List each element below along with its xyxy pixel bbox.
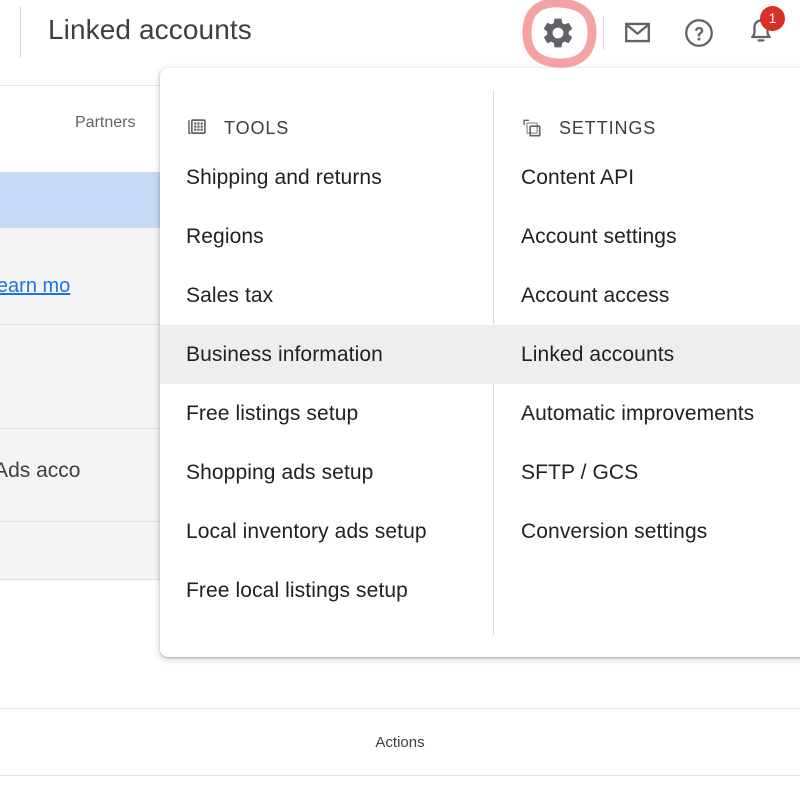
actions-bottom-divider [0, 775, 800, 776]
mail-icon [624, 22, 650, 43]
actions-top-divider [0, 708, 800, 709]
menu-item-local-inventory-ads-setup[interactable]: Local inventory ads setup [160, 502, 493, 561]
menu-item-regions[interactable]: Regions [160, 207, 493, 266]
menu-item-free-listings-setup[interactable]: Free listings setup [160, 384, 493, 443]
copy-layers-icon [521, 117, 543, 139]
grid-apps-icon [186, 117, 208, 139]
page-title: Linked accounts [48, 14, 252, 45]
messages-button[interactable] [606, 2, 668, 64]
notifications-button[interactable]: 1 [730, 2, 792, 64]
menu-item-linked-accounts[interactable]: Linked accounts [493, 325, 800, 384]
menu-item-sales-tax[interactable]: Sales tax [160, 266, 493, 325]
notice-text: ucts. Learn mo [0, 275, 70, 298]
menu-item-conversion-settings[interactable]: Conversion settings [493, 502, 800, 561]
header-icon-separator [603, 15, 604, 50]
gear-icon [543, 18, 573, 47]
menu-item-content-api[interactable]: Content API [493, 148, 800, 207]
menu-item-shopping-ads-setup[interactable]: Shopping ads setup [160, 443, 493, 502]
menu-item-account-settings[interactable]: Account settings [493, 207, 800, 266]
header-left-divider [20, 6, 21, 58]
menu-item-account-access[interactable]: Account access [493, 266, 800, 325]
tools-section-header: TOOLS [160, 108, 493, 148]
google-ads-account-text: oogle Ads acco [0, 459, 81, 482]
settings-heading: SETTINGS [559, 117, 657, 138]
settings-dropdown-menu: TOOLS Shipping and returns Regions Sales… [160, 68, 800, 657]
settings-gear-button[interactable] [515, 0, 601, 68]
settings-section-header: SETTINGS [493, 108, 800, 148]
notification-badge: 1 [760, 5, 785, 31]
help-button[interactable] [668, 2, 730, 64]
settings-column: SETTINGS Content API Account settings Ac… [493, 68, 800, 657]
app-root: Partners ucts. Learn mo oogle Ads acco A… [0, 0, 800, 786]
help-icon [685, 18, 713, 47]
tools-heading: TOOLS [224, 117, 290, 138]
menu-item-sftp-gcs[interactable]: SFTP / GCS [493, 443, 800, 502]
top-header-bar: Linked accounts 1 [0, 0, 800, 68]
menu-item-automatic-improvements[interactable]: Automatic improvements [493, 384, 800, 443]
header-icon-group: 1 [515, 0, 792, 68]
tools-column: TOOLS Shipping and returns Regions Sales… [160, 68, 493, 657]
tab-partners[interactable]: Partners [75, 114, 135, 132]
actions-column-header: Actions [375, 734, 425, 751]
menu-item-free-local-listings-setup[interactable]: Free local listings setup [160, 561, 493, 620]
menu-item-business-information[interactable]: Business information [160, 325, 493, 384]
menu-item-shipping-and-returns[interactable]: Shipping and returns [160, 148, 493, 207]
learn-more-link[interactable]: Learn mo [0, 275, 70, 297]
